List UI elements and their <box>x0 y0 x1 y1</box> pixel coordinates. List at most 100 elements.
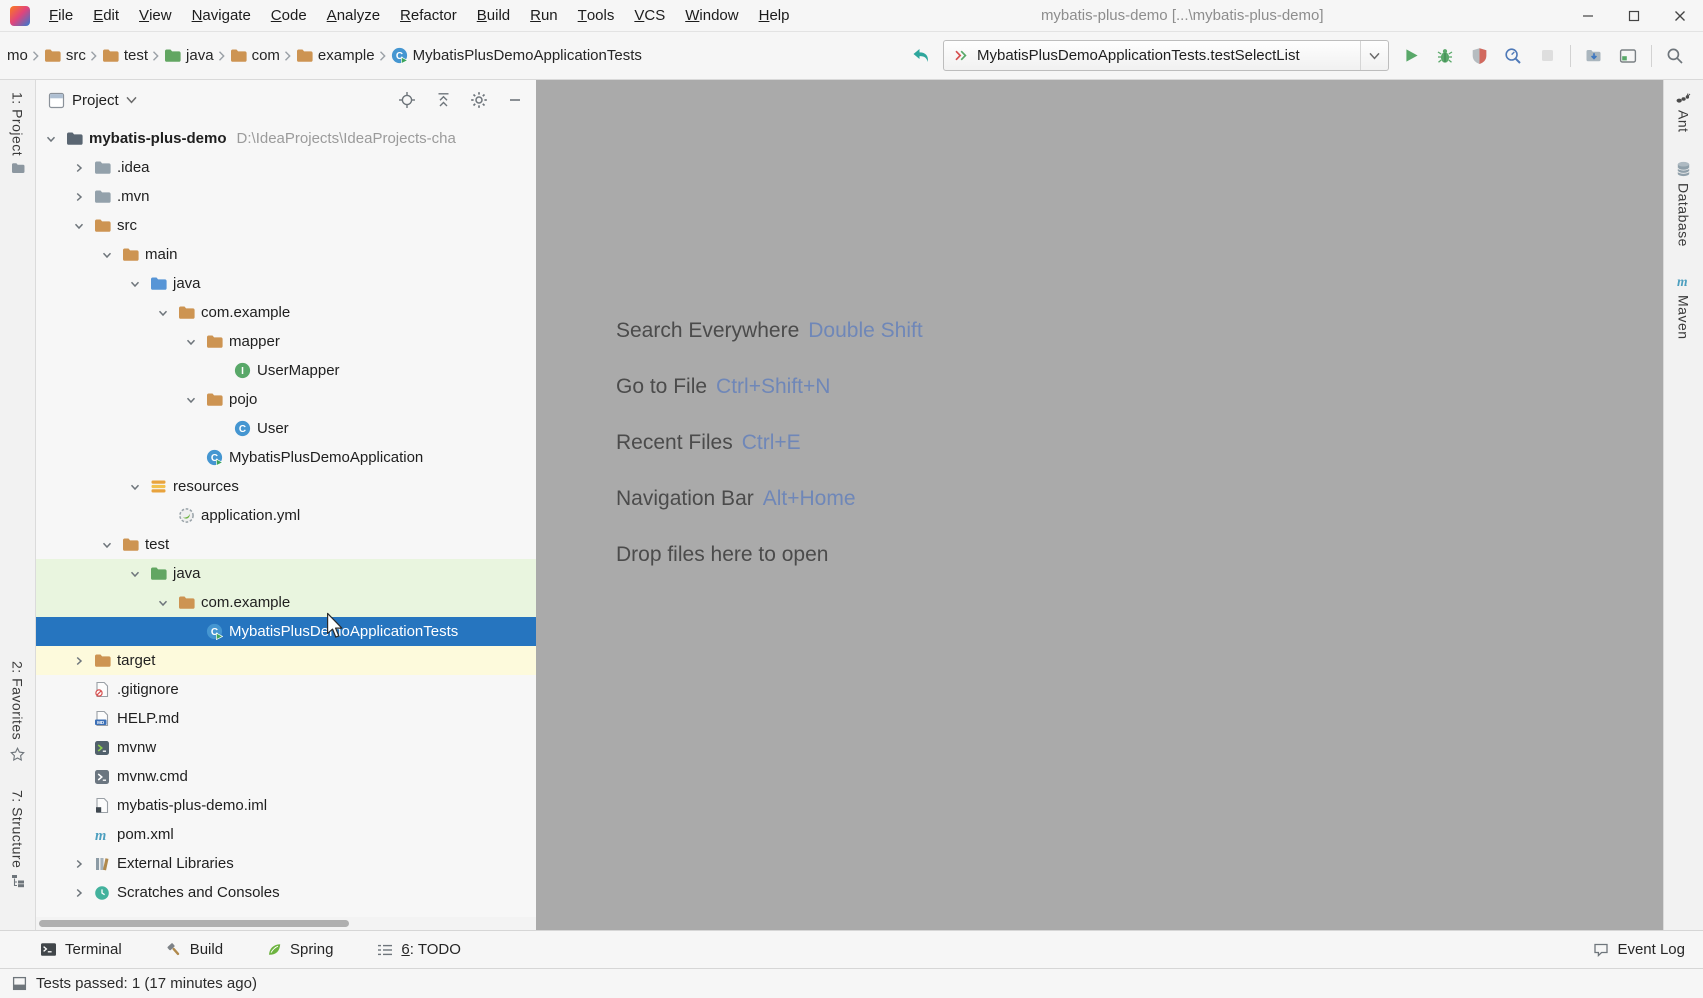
collapse-all-icon <box>435 92 452 109</box>
tree-item-application-yml[interactable]: application.yml <box>36 501 536 530</box>
tree-item-main[interactable]: main <box>36 240 536 269</box>
panel-title[interactable]: Project <box>72 92 119 109</box>
menu-refactor[interactable]: Refactor <box>390 0 467 31</box>
horizontal-scrollbar[interactable] <box>36 917 536 930</box>
toolwindow-switcher-icon[interactable] <box>12 976 27 991</box>
menu-edit[interactable]: Edit <box>83 0 129 31</box>
tree-item-resources[interactable]: resources <box>36 472 536 501</box>
tree-item-user[interactable]: CUser <box>36 414 536 443</box>
tree-item-idea[interactable]: .idea <box>36 153 536 182</box>
profiler-button[interactable] <box>1497 40 1529 72</box>
breadcrumb-item-com[interactable]: com <box>227 44 283 67</box>
settings-button[interactable] <box>468 89 490 111</box>
tree-item-label: mybatis-plus-demo.iml <box>117 797 267 814</box>
restore-layout-button[interactable] <box>1612 40 1644 72</box>
chevron-down-icon[interactable] <box>40 133 62 145</box>
chevron-down-icon[interactable] <box>152 307 174 319</box>
toolwindow-button-terminal[interactable]: Terminal <box>40 941 122 958</box>
tree-item-src[interactable]: src <box>36 211 536 240</box>
tree-item-mvn[interactable]: .mvn <box>36 182 536 211</box>
tree-item-pom-xml[interactable]: mpom.xml <box>36 820 536 849</box>
run-config-select[interactable]: MybatisPlusDemoApplicationTests.testSele… <box>943 40 1389 71</box>
menu-vcs[interactable]: VCS <box>624 0 675 31</box>
scrollbar-thumb[interactable] <box>39 920 349 927</box>
chevron-down-icon[interactable] <box>152 597 174 609</box>
menu-view[interactable]: View <box>129 0 182 31</box>
menu-code[interactable]: Code <box>261 0 317 31</box>
chevron-right-icon[interactable] <box>68 858 90 870</box>
run-with-coverage-button[interactable] <box>1463 40 1495 72</box>
update-project-button[interactable] <box>1578 40 1610 72</box>
tree-item-mvnw-cmd[interactable]: mvnw.cmd <box>36 762 536 791</box>
maximize-button[interactable] <box>1611 0 1657 31</box>
menu-navigate[interactable]: Navigate <box>182 0 261 31</box>
chevron-right-icon[interactable] <box>68 162 90 174</box>
menu-build[interactable]: Build <box>467 0 520 31</box>
chevron-down-icon[interactable] <box>180 336 202 348</box>
tree-item-mybatis-plus-demo[interactable]: mybatis-plus-demoD:\IdeaProjects\IdeaPro… <box>36 124 536 153</box>
menu-run[interactable]: Run <box>520 0 568 31</box>
stripe-button-2-favorites[interactable]: 2: Favorites <box>10 661 26 761</box>
menu-tools[interactable]: Tools <box>568 0 625 31</box>
close-button[interactable] <box>1657 0 1703 31</box>
breadcrumb-item-test[interactable]: test <box>99 44 151 67</box>
stripe-button-ant[interactable]: Ant <box>1676 92 1692 133</box>
tree-item-mapper[interactable]: mapper <box>36 327 536 356</box>
toolwindow-button-spring[interactable]: Spring <box>267 941 333 958</box>
hide-button[interactable] <box>504 89 526 111</box>
tree-item-pojo[interactable]: pojo <box>36 385 536 414</box>
toolwindow-button-build[interactable]: Build <box>166 941 223 958</box>
tree-item-external-libraries[interactable]: External Libraries <box>36 849 536 878</box>
chevron-right-icon[interactable] <box>68 191 90 203</box>
collapse-all-button[interactable] <box>432 89 454 111</box>
chevron-right-icon[interactable] <box>68 655 90 667</box>
tree-item-gitignore[interactable]: .gitignore <box>36 675 536 704</box>
tree-item-target[interactable]: target <box>36 646 536 675</box>
minimize-button[interactable] <box>1565 0 1611 31</box>
tree-item-test[interactable]: test <box>36 530 536 559</box>
search-everywhere-button[interactable] <box>1659 40 1691 72</box>
tree-item-mvnw[interactable]: mvnw <box>36 733 536 762</box>
rollback-button[interactable] <box>905 40 937 72</box>
tree-item-usermapper[interactable]: IUserMapper <box>36 356 536 385</box>
breadcrumb-item-java[interactable]: java <box>161 44 217 67</box>
breadcrumb-item-mybatisplusdemoapplicationtests[interactable]: CMybatisPlusDemoApplicationTests <box>388 44 645 67</box>
menu-window[interactable]: Window <box>675 0 748 31</box>
chevron-down-icon[interactable] <box>180 394 202 406</box>
tree-item-mybatisplusdemoapplicationtests[interactable]: CMybatisPlusDemoApplicationTests <box>36 617 536 646</box>
chevron-right-icon[interactable] <box>68 887 90 899</box>
chevron-down-icon[interactable] <box>124 481 146 493</box>
tree-item-java[interactable]: java <box>36 269 536 298</box>
tree-item-label: mvnw <box>117 739 156 756</box>
resources-icon <box>146 479 170 494</box>
menu-analyze[interactable]: Analyze <box>317 0 390 31</box>
debug-button[interactable] <box>1429 40 1461 72</box>
stripe-button-maven[interactable]: mMaven <box>1676 274 1692 340</box>
menu-file[interactable]: File <box>39 0 83 31</box>
tree-item-scratches-and-consoles[interactable]: Scratches and Consoles <box>36 878 536 907</box>
tree-item-mybatisplusdemoapplication[interactable]: CMybatisPlusDemoApplication <box>36 443 536 472</box>
tree-item-java[interactable]: java <box>36 559 536 588</box>
breadcrumb-item-example[interactable]: example <box>293 44 378 67</box>
chevron-down-icon[interactable] <box>124 278 146 290</box>
menu-help[interactable]: Help <box>749 0 800 31</box>
window-title: mybatis-plus-demo [...\mybatis-plus-demo… <box>799 7 1565 24</box>
stripe-button-database[interactable]: Database <box>1676 161 1692 247</box>
tree-item-help-md[interactable]: MDHELP.md <box>36 704 536 733</box>
toolwindow-button-event-log[interactable]: Event Log <box>1593 941 1685 958</box>
stripe-button-1-project[interactable]: 1: Project <box>10 92 26 174</box>
chevron-down-icon[interactable] <box>68 220 90 232</box>
chevron-down-icon[interactable] <box>96 539 118 551</box>
run-button[interactable] <box>1395 40 1427 72</box>
chevron-down-icon[interactable] <box>124 568 146 580</box>
locate-button[interactable] <box>396 89 418 111</box>
tree-item-com-example[interactable]: com.example <box>36 588 536 617</box>
tree-item-mybatis-plus-demo-iml[interactable]: mybatis-plus-demo.iml <box>36 791 536 820</box>
breadcrumb-item-src[interactable]: src <box>41 44 89 67</box>
tree-item-com-example[interactable]: com.example <box>36 298 536 327</box>
chevron-down-icon[interactable] <box>96 249 118 261</box>
breadcrumb-item-mo[interactable]: mo <box>4 44 31 67</box>
toolwindow-button-6-todo[interactable]: 6: TODO <box>377 941 460 958</box>
tree-item-label: target <box>117 652 155 669</box>
stripe-button-7-structure[interactable]: 7: Structure <box>10 790 26 888</box>
